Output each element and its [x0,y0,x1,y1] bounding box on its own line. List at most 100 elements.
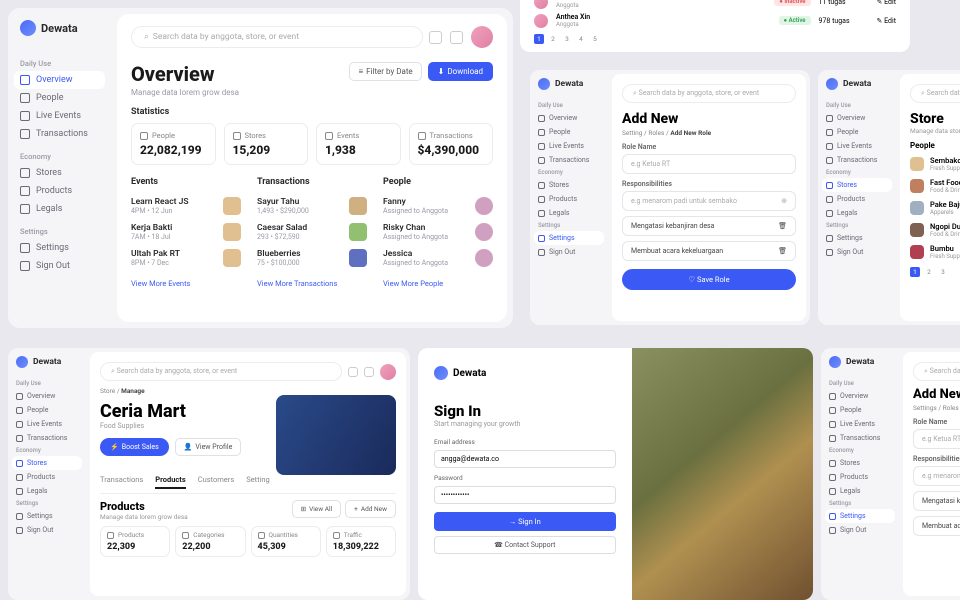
nav-people[interactable]: People [8,403,86,417]
search-input[interactable]: ⌕ Search data [913,362,960,381]
nav-products[interactable]: Products [8,182,111,200]
edit-button[interactable]: ✎ Edit [877,17,896,25]
email-input[interactable] [434,450,616,468]
nav-settings[interactable]: Settings [818,231,896,245]
nav-legals[interactable]: Legals [821,484,899,498]
trash-icon[interactable]: 🗑 [778,247,787,255]
nav-live-events[interactable]: Live Events [8,107,111,125]
inbox-icon[interactable] [348,367,358,377]
nav-people[interactable]: People [530,125,608,139]
responsibility-input[interactable]: e.g menarom padi untuk sembako⊕ [622,191,796,211]
view-all-button[interactable]: ⊞ View All [292,500,342,518]
tab-products[interactable]: Products [155,475,185,489]
nav-signout[interactable]: Sign Out [821,523,899,537]
inbox-icon[interactable] [429,31,442,44]
person-item[interactable]: JessicaAssigned to Anggota [383,245,493,271]
nav-legals[interactable]: Legals [530,206,608,220]
bell-icon[interactable] [364,367,374,377]
page-button[interactable]: 1 [534,34,544,44]
transaction-item[interactable]: Sayur Tahu1,493 • $290,000 [257,193,367,219]
nav-transactions[interactable]: Transactions [821,431,899,445]
page-button[interactable]: 2 [548,34,558,44]
nav-settings[interactable]: Settings [534,231,604,245]
nav-legals[interactable]: Legals [8,484,86,498]
nav-people[interactable]: People [8,89,111,107]
user-avatar[interactable] [380,364,396,380]
page-button[interactable]: 3 [938,267,948,277]
store-item[interactable]: SembakoFresh Supplies [910,153,960,175]
nav-stores[interactable]: Stores [821,456,899,470]
nav-stores[interactable]: Stores [8,164,111,182]
nav-overview[interactable]: Overview [818,111,896,125]
store-item[interactable]: Ngopi DuluFood & Drinks [910,219,960,241]
page-button[interactable]: 4 [576,34,586,44]
nav-signout[interactable]: Sign Out [530,245,608,259]
nav-people[interactable]: People [818,125,896,139]
page-button[interactable]: 5 [590,34,600,44]
edit-button[interactable]: ✎ Edit [877,0,896,6]
nav-transactions[interactable]: Transactions [8,431,86,445]
nav-overview[interactable]: Overview [8,389,86,403]
search-input[interactable]: ⌕Search data by anggota, store, or event [131,26,423,48]
transaction-item[interactable]: Caesar Salad293 • $72,590 [257,219,367,245]
search-input[interactable]: ⌕ Search data by anggota, store, or even… [100,362,342,381]
store-item[interactable]: BumbuFresh Supplies [910,241,960,263]
nav-products[interactable]: Products [818,192,896,206]
nav-transactions[interactable]: Transactions [818,153,896,167]
event-item[interactable]: Kerja Bakti7AM • 18 Jul [131,219,241,245]
signin-button[interactable]: → Sign In [434,512,616,531]
view-more-events[interactable]: View More Events [131,279,190,288]
nav-signout[interactable]: Sign Out [8,257,111,275]
nav-transactions[interactable]: Transactions [530,153,608,167]
tab-setting[interactable]: Setting [246,475,270,489]
contact-support-button[interactable]: ☎ Contact Support [434,536,616,554]
add-new-button[interactable]: + Add New [345,500,396,518]
nav-people[interactable]: People [821,403,899,417]
table-row[interactable]: Anthea XinAnggota ● Active 978 tugas ✎ E… [534,11,896,30]
nav-products[interactable]: Products [8,470,86,484]
role-name-input[interactable]: e.g Ketua RT [913,429,960,449]
page-button[interactable]: 1 [910,267,920,277]
event-item[interactable]: Learn React JS4PM • 12 Jun [131,193,241,219]
trash-icon[interactable]: 🗑 [778,222,787,230]
nav-signout[interactable]: Sign Out [8,523,86,537]
nav-legals[interactable]: Legals [818,206,896,220]
add-icon[interactable]: ⊕ [781,197,787,205]
transaction-item[interactable]: Blueberries75 • $100,000 [257,245,367,271]
nav-signout[interactable]: Sign Out [818,245,896,259]
nav-stores[interactable]: Stores [12,456,82,470]
tab-transactions[interactable]: Transactions [100,475,143,489]
download-button[interactable]: ⬇ Download [428,62,493,81]
filter-date-button[interactable]: ≡ Filter by Date [349,62,421,81]
page-button[interactable]: 2 [924,267,934,277]
nav-overview[interactable]: Overview [530,111,608,125]
event-item[interactable]: Ultah Pak RT8PM • 7 Dec [131,245,241,271]
page-button[interactable]: 3 [562,34,572,44]
nav-settings[interactable]: Settings [825,509,895,523]
nav-products[interactable]: Products [821,470,899,484]
view-more-transactions[interactable]: View More Transactions [257,279,337,288]
nav-legals[interactable]: Legals [8,200,111,218]
search-input[interactable]: ⌕ Search data [910,84,960,103]
nav-settings[interactable]: Settings [8,239,111,257]
store-item[interactable]: Pake BajuApparels [910,197,960,219]
password-input[interactable] [434,486,616,504]
tab-customers[interactable]: Customers [198,475,235,489]
search-input[interactable]: ⌕ Search data by anggota, store, or even… [622,84,796,103]
nav-overview[interactable]: Overview [14,71,105,89]
nav-stores[interactable]: Stores [822,178,892,192]
nav-transactions[interactable]: Transactions [8,125,111,143]
save-role-button[interactable]: ♡ Save Role [622,269,796,290]
nav-live-events[interactable]: Live Events [8,417,86,431]
nav-live-events[interactable]: Live Events [818,139,896,153]
user-avatar[interactable] [471,26,493,48]
nav-live-events[interactable]: Live Events [530,139,608,153]
bell-icon[interactable] [450,31,463,44]
boost-sales-button[interactable]: ⚡ Boost Sales [100,438,169,456]
nav-products[interactable]: Products [530,192,608,206]
person-item[interactable]: Risky ChanAssigned to Anggota [383,219,493,245]
table-row[interactable]: SantikaAnggota ● Inactive 11 tugas ✎ Edi… [534,0,896,11]
role-name-input[interactable]: e.g Ketua RT [622,154,796,174]
nav-live-events[interactable]: Live Events [821,417,899,431]
nav-stores[interactable]: Stores [530,178,608,192]
